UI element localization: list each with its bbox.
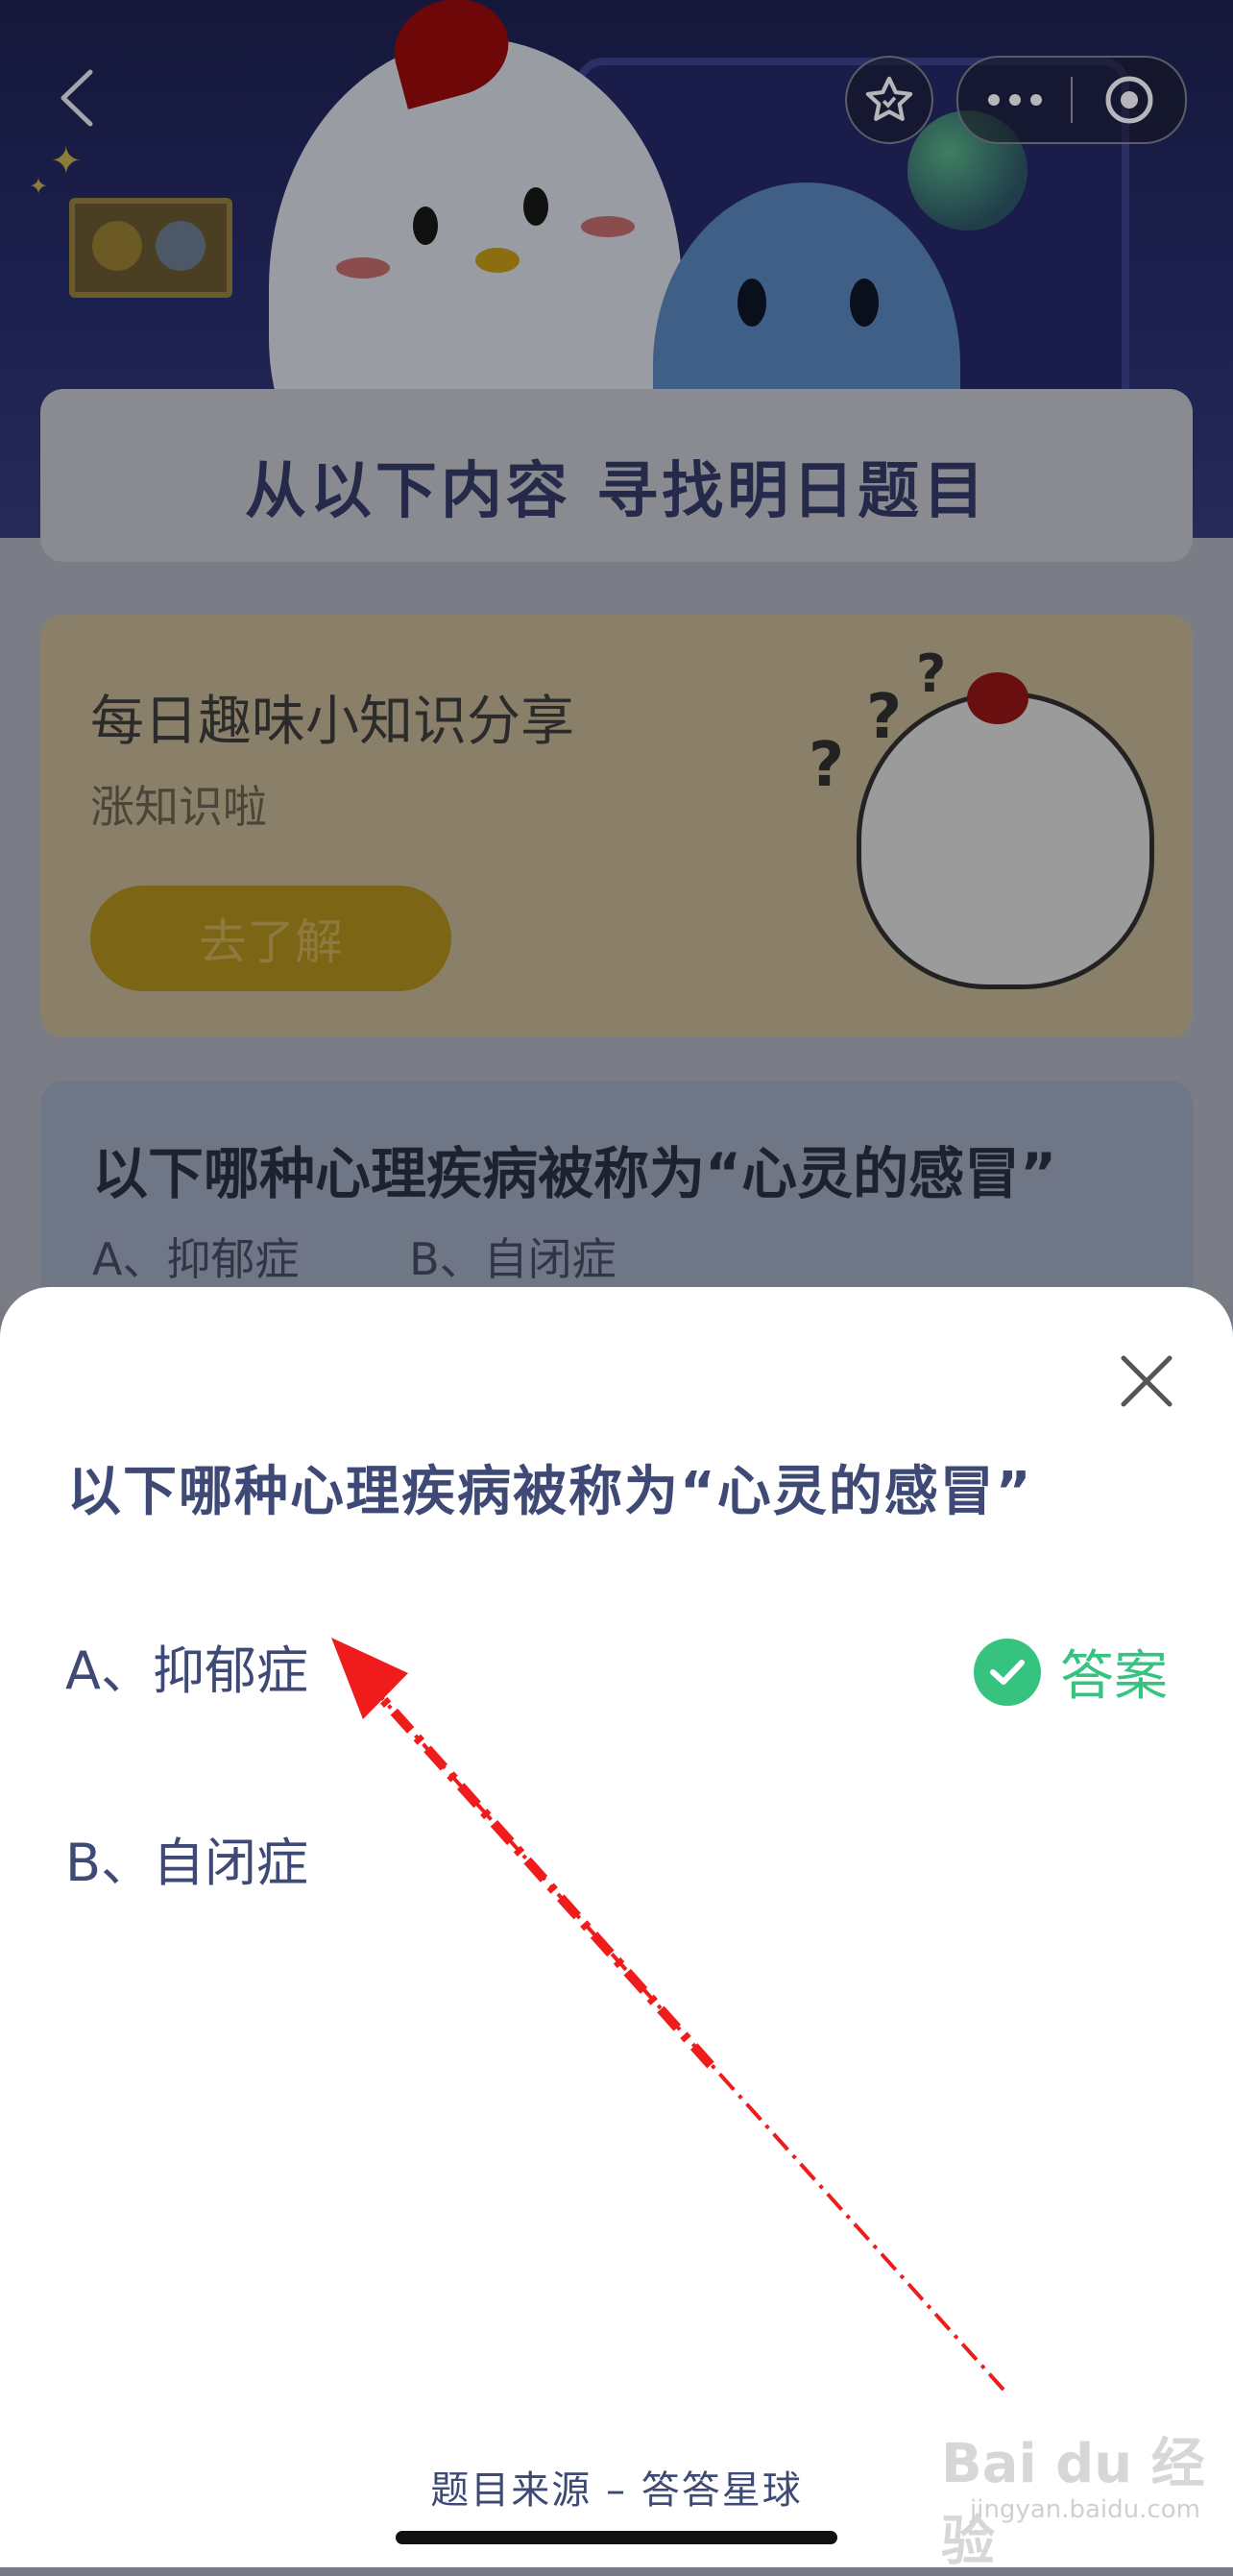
mini-program-capsule — [956, 56, 1187, 144]
chick-eye — [523, 187, 548, 226]
check-icon — [974, 1638, 1041, 1706]
sparkle-icon: ✦ — [29, 173, 49, 200]
silver-medal-icon — [156, 221, 206, 271]
question-card-title: 以下哪种心理疾病被称为“心灵的感冒” — [92, 1141, 1057, 1206]
target-circle-icon — [1105, 76, 1152, 124]
chick-cheek — [581, 216, 635, 237]
baidu-watermark-url: jingyan.baidu.com — [970, 2495, 1200, 2524]
knowledge-card[interactable]: 每日趣味小知识分享 涨知识啦 去了解 ? ? ? — [40, 615, 1193, 1037]
chick-cheek — [336, 257, 390, 279]
question-mark-icon: ? — [809, 730, 845, 801]
ellipsis-icon — [987, 94, 1042, 106]
medal-board-icon — [69, 198, 232, 298]
close-button[interactable] — [1110, 1345, 1183, 1418]
thinking-chick-icon — [857, 692, 1154, 989]
chick-comb — [967, 672, 1028, 724]
answer-badge: 答案 — [974, 1633, 1168, 1711]
option-b-label: B、自闭症 — [65, 1832, 309, 1893]
chick-eye — [413, 207, 438, 245]
question-mark-icon: ? — [916, 644, 947, 704]
knowledge-card-subtitle: 涨知识啦 — [90, 781, 267, 833]
home-indicator[interactable] — [396, 2531, 837, 2544]
knowledge-card-title: 每日趣味小知识分享 — [90, 691, 574, 753]
sparkle-icon: ✦ — [50, 139, 83, 183]
chick-beak — [475, 248, 520, 273]
banner-title: 从以下内容 寻找明日题目 — [244, 456, 989, 527]
learn-more-button[interactable]: 去了解 — [90, 886, 451, 991]
option-b[interactable]: B、自闭症 — [38, 1800, 1195, 1915]
sheet-question-title: 以下哪种心理疾病被称为“心灵的感冒” — [67, 1461, 1033, 1523]
star-icon — [865, 76, 913, 121]
question-card-options: A、抑郁症 B、自闭症 — [92, 1225, 616, 1288]
close-icon — [1121, 1355, 1173, 1407]
answer-sheet: 以下哪种心理疾病被称为“心灵的感冒” A、抑郁症 答案 B、自闭症 题目来源 –… — [0, 1287, 1233, 2567]
back-button[interactable] — [48, 60, 106, 136]
exit-button[interactable] — [1073, 58, 1185, 142]
chevron-left-icon — [60, 69, 93, 127]
question-card-option-b: B、自闭症 — [409, 1233, 616, 1285]
favorite-button[interactable] — [845, 56, 933, 144]
more-button[interactable] — [958, 58, 1071, 142]
alien-eye — [737, 279, 766, 327]
alien-eye — [850, 279, 879, 327]
gold-medal-icon — [92, 221, 142, 271]
question-card-option-a: A、抑郁症 — [92, 1233, 300, 1285]
option-a-label: A、抑郁症 — [65, 1640, 308, 1701]
option-a[interactable]: A、抑郁症 答案 — [38, 1608, 1195, 1723]
answer-label: 答案 — [1060, 1645, 1168, 1708]
